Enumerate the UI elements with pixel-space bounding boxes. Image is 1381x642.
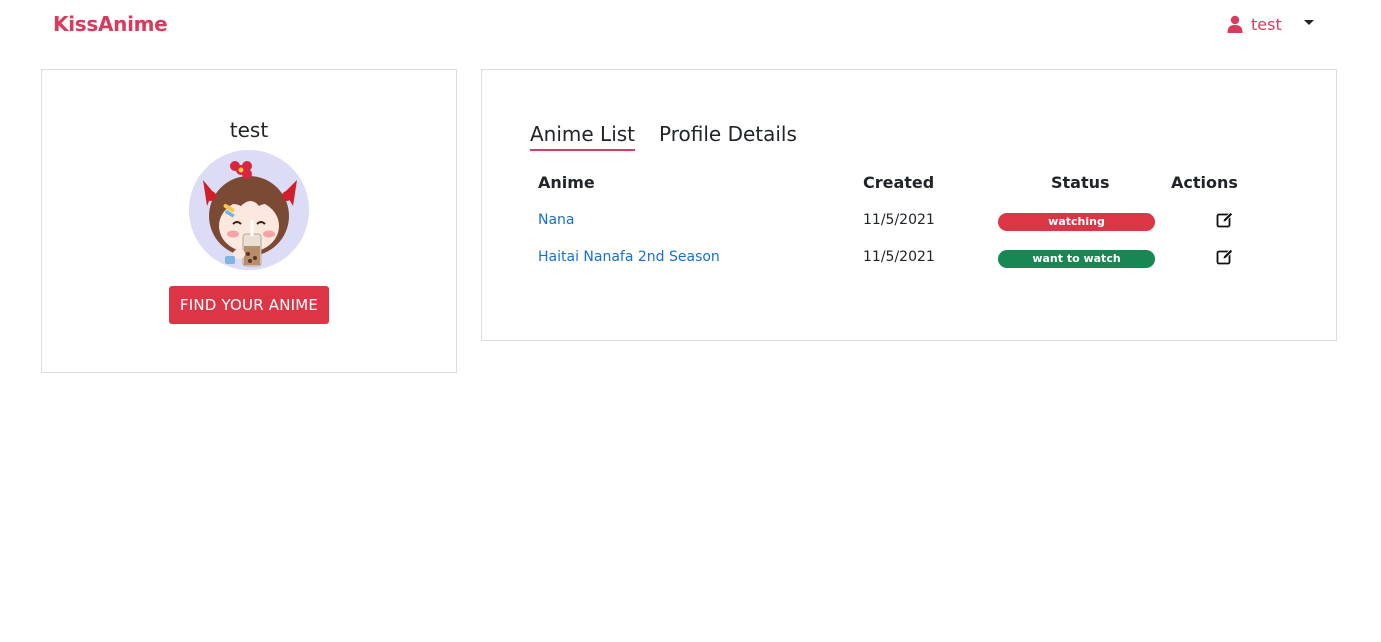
header-created: Created [863, 173, 935, 192]
created-date: 11/5/2021 [863, 249, 935, 265]
status-badge: watching [998, 213, 1155, 231]
find-your-anime-button[interactable]: FIND YOUR ANIME [169, 286, 329, 324]
avatar-illustration [189, 150, 309, 270]
anime-list-card: Anime List Profile Details Anime Created… [481, 69, 1337, 341]
tabs: Anime List Profile Details [530, 122, 821, 151]
user-name: test [1251, 14, 1282, 34]
edit-icon[interactable] [1216, 248, 1234, 266]
user-menu[interactable]: test [1227, 13, 1282, 35]
status-badge: want to watch [998, 250, 1155, 268]
tab-anime-list[interactable]: Anime List [530, 122, 636, 151]
avatar [189, 150, 309, 270]
tab-profile-details[interactable]: Profile Details [659, 122, 797, 151]
navbar: KissAnime test [0, 0, 1381, 50]
anime-link[interactable]: Haitai Nanafa 2nd Season [538, 249, 720, 265]
header-status: Status [1051, 173, 1110, 192]
header-anime: Anime [538, 173, 595, 192]
chevron-down-icon[interactable] [1304, 20, 1314, 25]
anime-link[interactable]: Nana [538, 212, 575, 228]
user-icon [1227, 15, 1243, 33]
profile-name: test [229, 118, 269, 142]
header-actions: Actions [1171, 173, 1238, 192]
created-date: 11/5/2021 [863, 212, 935, 228]
edit-icon[interactable] [1216, 211, 1234, 229]
brand-logo[interactable]: KissAnime [53, 12, 168, 36]
profile-card: test FIND YOUR ANIME [41, 69, 457, 373]
